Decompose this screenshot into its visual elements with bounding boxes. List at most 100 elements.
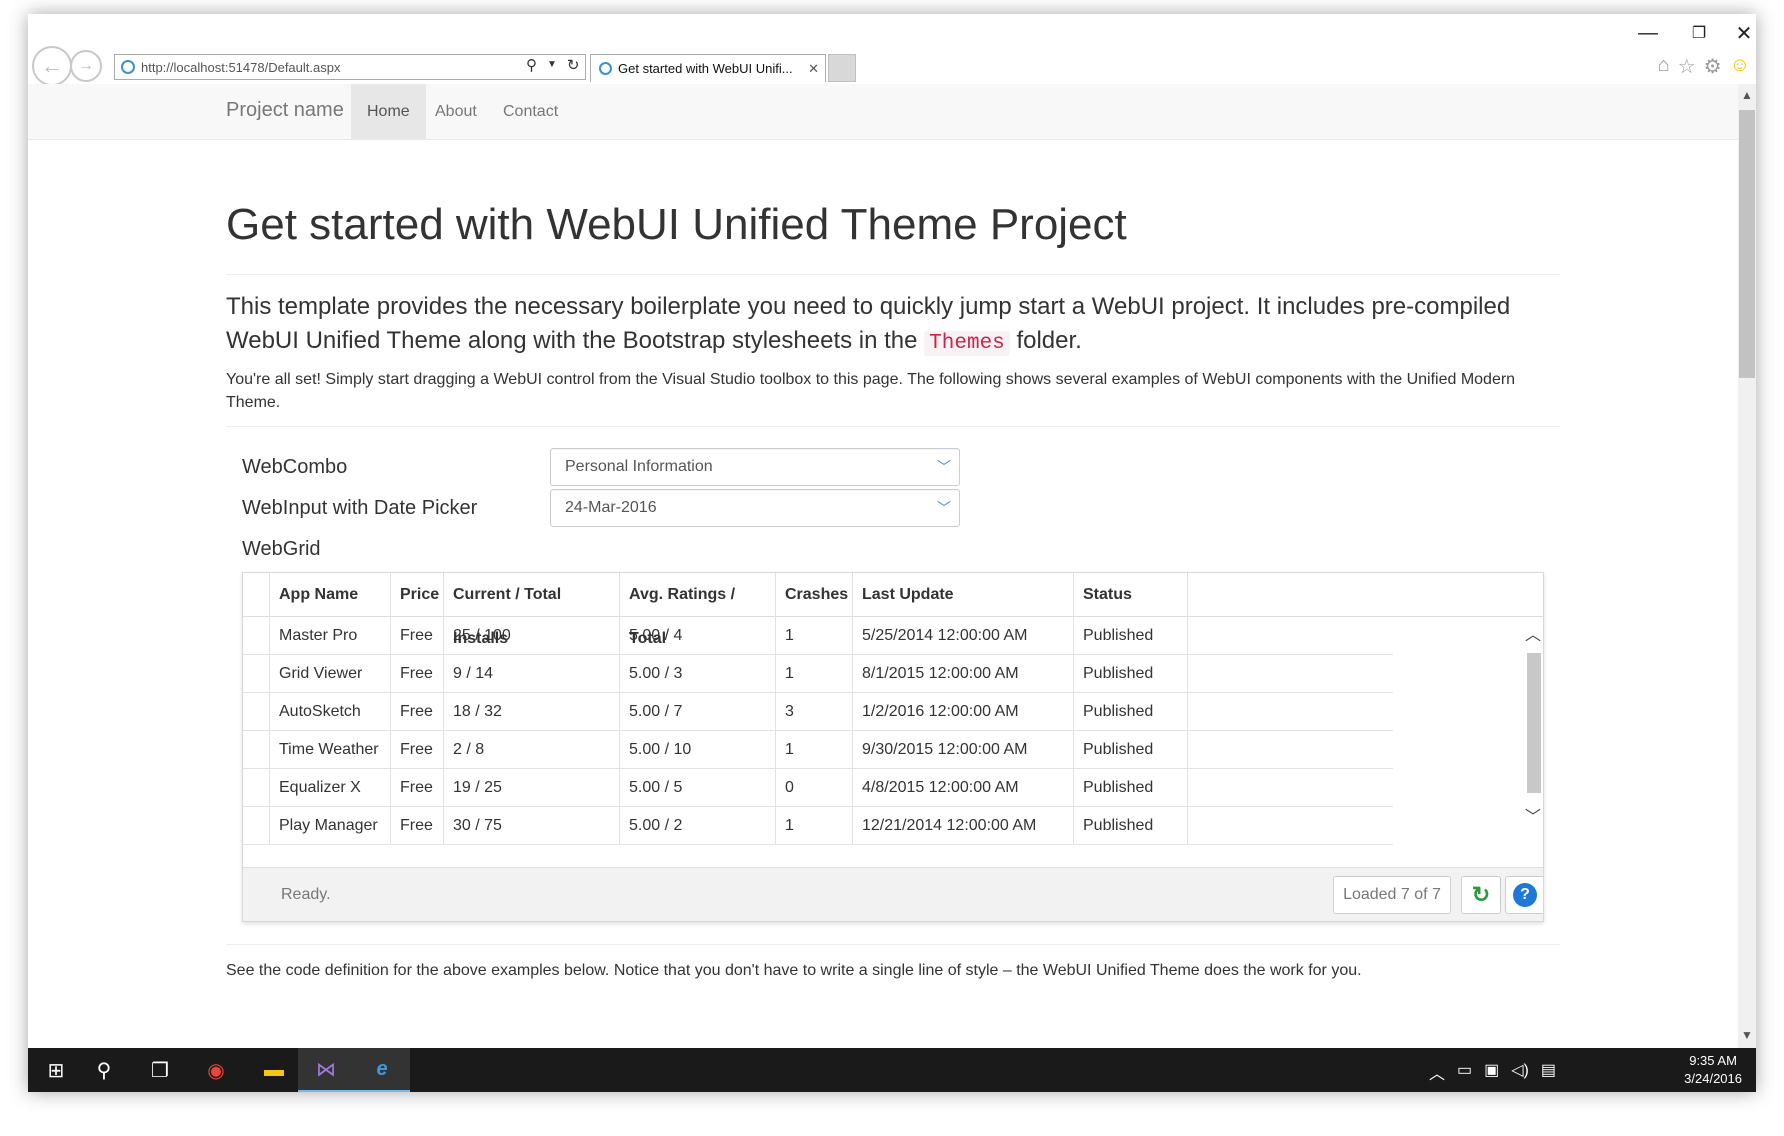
table-row[interactable]: AutoSketch Free 18 / 32 5.00 / 7 3 1/2/2016 1…: [243, 693, 1393, 731]
chrome-icon: ◉: [207, 1059, 225, 1082]
table-cell: 4/8/2015 12:00:00 AM: [853, 769, 1074, 807]
chevron-up-icon[interactable]: ︿: [1523, 621, 1543, 645]
chevron-down-icon[interactable]: ﹀: [1523, 803, 1543, 827]
grid-scroll-thumb[interactable]: [1527, 653, 1541, 793]
settings-gear-icon[interactable]: ⚙: [1704, 54, 1722, 79]
network-icon[interactable]: ▣: [1484, 1060, 1499, 1084]
scroll-up-icon[interactable]: ▲: [1738, 88, 1756, 102]
chrome-taskbar-button[interactable]: ◉: [188, 1048, 244, 1092]
table-row[interactable]: Grid Viewer Free 9 / 14 5.00 / 3 1 8/1/2015 1…: [243, 655, 1393, 693]
ie-taskbar-button[interactable]: e: [354, 1048, 410, 1092]
code-paragraph: See the code definition for the above ex…: [226, 962, 1362, 979]
explorer-taskbar-button[interactable]: ▬: [246, 1048, 302, 1092]
table-cell: 5/25/2014 12:00:00 AM: [853, 617, 1074, 655]
webcombo-label: WebCombo: [242, 456, 348, 478]
webcombo-dropdown[interactable]: Personal Information ﹀: [550, 448, 960, 486]
table-row[interactable]: Time Weather Free 2 / 8 5.00 / 10 1 9/30/2015…: [243, 731, 1393, 769]
search-button[interactable]: ⚲: [76, 1048, 132, 1092]
search-icon[interactable]: ⚲: [526, 56, 537, 74]
row-selector[interactable]: [243, 655, 270, 693]
visual-studio-taskbar-button[interactable]: ⋈: [298, 1048, 354, 1092]
table-cell: 9/30/2015 12:00:00 AM: [853, 731, 1074, 769]
date-value: 24-Mar-2016: [565, 499, 657, 516]
table-cell: 0: [776, 769, 853, 807]
page-scroll-thumb[interactable]: [1739, 110, 1755, 378]
table-cell: Play Manager: [270, 807, 391, 845]
url-text: http://localhost:51478/Default.aspx: [141, 59, 341, 75]
lead-paragraph: This template provides the necessary boi…: [226, 290, 1560, 361]
home-icon[interactable]: ⌂: [1658, 54, 1670, 79]
table-cell: Free: [391, 693, 444, 731]
battery-icon[interactable]: ▭: [1457, 1060, 1472, 1084]
clock-time: 9:35 AM: [1689, 1053, 1737, 1068]
table-row[interactable]: Equalizer X Free 19 / 25 5.00 / 5 0 4/8/2015 …: [243, 769, 1393, 807]
row-selector[interactable]: [243, 807, 270, 845]
nav-about[interactable]: About: [419, 84, 493, 140]
dropdown-icon[interactable]: ▼: [547, 56, 557, 74]
table-cell: 2 / 8: [444, 731, 620, 769]
row-selector[interactable]: [243, 693, 270, 731]
folder-icon: ▬: [264, 1058, 284, 1081]
themes-code: Themes: [924, 331, 1010, 356]
table-cell: 1: [776, 655, 853, 693]
grid-help-button[interactable]: ?: [1505, 876, 1543, 914]
webinput-label: WebInput with Date Picker: [242, 497, 478, 519]
chevron-down-icon[interactable]: ﹀: [937, 449, 951, 485]
minimize-button[interactable]: —: [1620, 18, 1676, 48]
chevron-up-icon[interactable]: ︿: [1429, 1060, 1445, 1084]
address-bar[interactable]: http://localhost:51478/Default.aspx: [114, 54, 586, 80]
lead-text-1: This template provides the necessary boi…: [226, 293, 1511, 354]
page-scrollbar[interactable]: ▲ ▼: [1738, 84, 1756, 1048]
date-picker-input[interactable]: 24-Mar-2016 ﹀: [550, 489, 960, 527]
browser-tab[interactable]: Get started with WebUI Unifi... ✕: [590, 54, 826, 82]
column-header[interactable]: Avg. Ratings / Total: [620, 573, 776, 647]
table-cell: Free: [391, 731, 444, 769]
new-tab-button[interactable]: [828, 54, 856, 82]
navbar-brand[interactable]: Project name: [226, 99, 344, 122]
nav-contact[interactable]: Contact: [487, 84, 574, 140]
row-selector[interactable]: [243, 731, 270, 769]
task-view-button[interactable]: ❐: [132, 1048, 188, 1092]
refresh-page-icon[interactable]: ↻: [567, 56, 580, 74]
back-arrow-icon: ←: [41, 53, 63, 78]
table-cell: 1: [776, 731, 853, 769]
column-header[interactable]: App Name: [270, 573, 391, 617]
table-cell: Published: [1074, 807, 1188, 845]
ie-favicon-icon: [121, 60, 135, 74]
table-cell: 25 / 100: [444, 617, 620, 655]
grid-refresh-button[interactable]: ↻: [1461, 876, 1501, 914]
column-header[interactable]: Current / Total Installs: [444, 573, 620, 647]
tab-favicon-icon: [599, 62, 612, 75]
favorites-star-icon[interactable]: ☆: [1678, 54, 1696, 79]
grid-scrollbar[interactable]: ︿ ﹀: [1523, 617, 1543, 839]
column-header[interactable]: Status: [1074, 573, 1188, 617]
webgrid-label: WebGrid: [242, 538, 321, 560]
table-row[interactable]: Play Manager Free 30 / 75 5.00 / 2 1 12/21/20…: [243, 807, 1393, 845]
table-cell: 5.00 / 10: [620, 731, 776, 769]
chevron-down-icon[interactable]: ﹀: [937, 490, 951, 526]
grid-status-text: Ready.: [281, 886, 331, 903]
column-header[interactable]: Last Update: [853, 573, 1074, 617]
feedback-smiley-icon[interactable]: ☺: [1730, 54, 1750, 79]
scroll-down-icon[interactable]: ▼: [1738, 1028, 1756, 1042]
tab-close-icon[interactable]: ✕: [808, 61, 819, 77]
notifications-icon[interactable]: ▤: [1541, 1060, 1556, 1084]
table-cell: Published: [1074, 617, 1188, 655]
navbar: Project name Home About Contact: [28, 84, 1738, 140]
table-cell: 30 / 75: [444, 807, 620, 845]
back-button[interactable]: ←: [32, 46, 72, 86]
row-selector[interactable]: [243, 617, 270, 655]
close-button[interactable]: ✕: [1716, 18, 1756, 48]
volume-icon[interactable]: ◁): [1511, 1060, 1529, 1084]
nav-home[interactable]: Home: [351, 84, 426, 140]
table-row[interactable]: Master Pro Free 25 / 100 5.00 / 4 1 5/25/2014…: [243, 617, 1393, 655]
column-header[interactable]: Price: [391, 573, 444, 617]
row-selector[interactable]: [243, 769, 270, 807]
clock[interactable]: 9:35 AM 3/24/2016: [1684, 1052, 1742, 1088]
forward-button[interactable]: →: [70, 50, 102, 82]
browser-window: — ❐ ✕ ← → http://localhost:51478/Default…: [28, 14, 1756, 1092]
lead-text-2: folder.: [1009, 327, 1082, 354]
table-cell: 8/1/2015 12:00:00 AM: [853, 655, 1074, 693]
column-header[interactable]: Crashes: [776, 573, 853, 617]
row-selector-header: [243, 573, 270, 617]
